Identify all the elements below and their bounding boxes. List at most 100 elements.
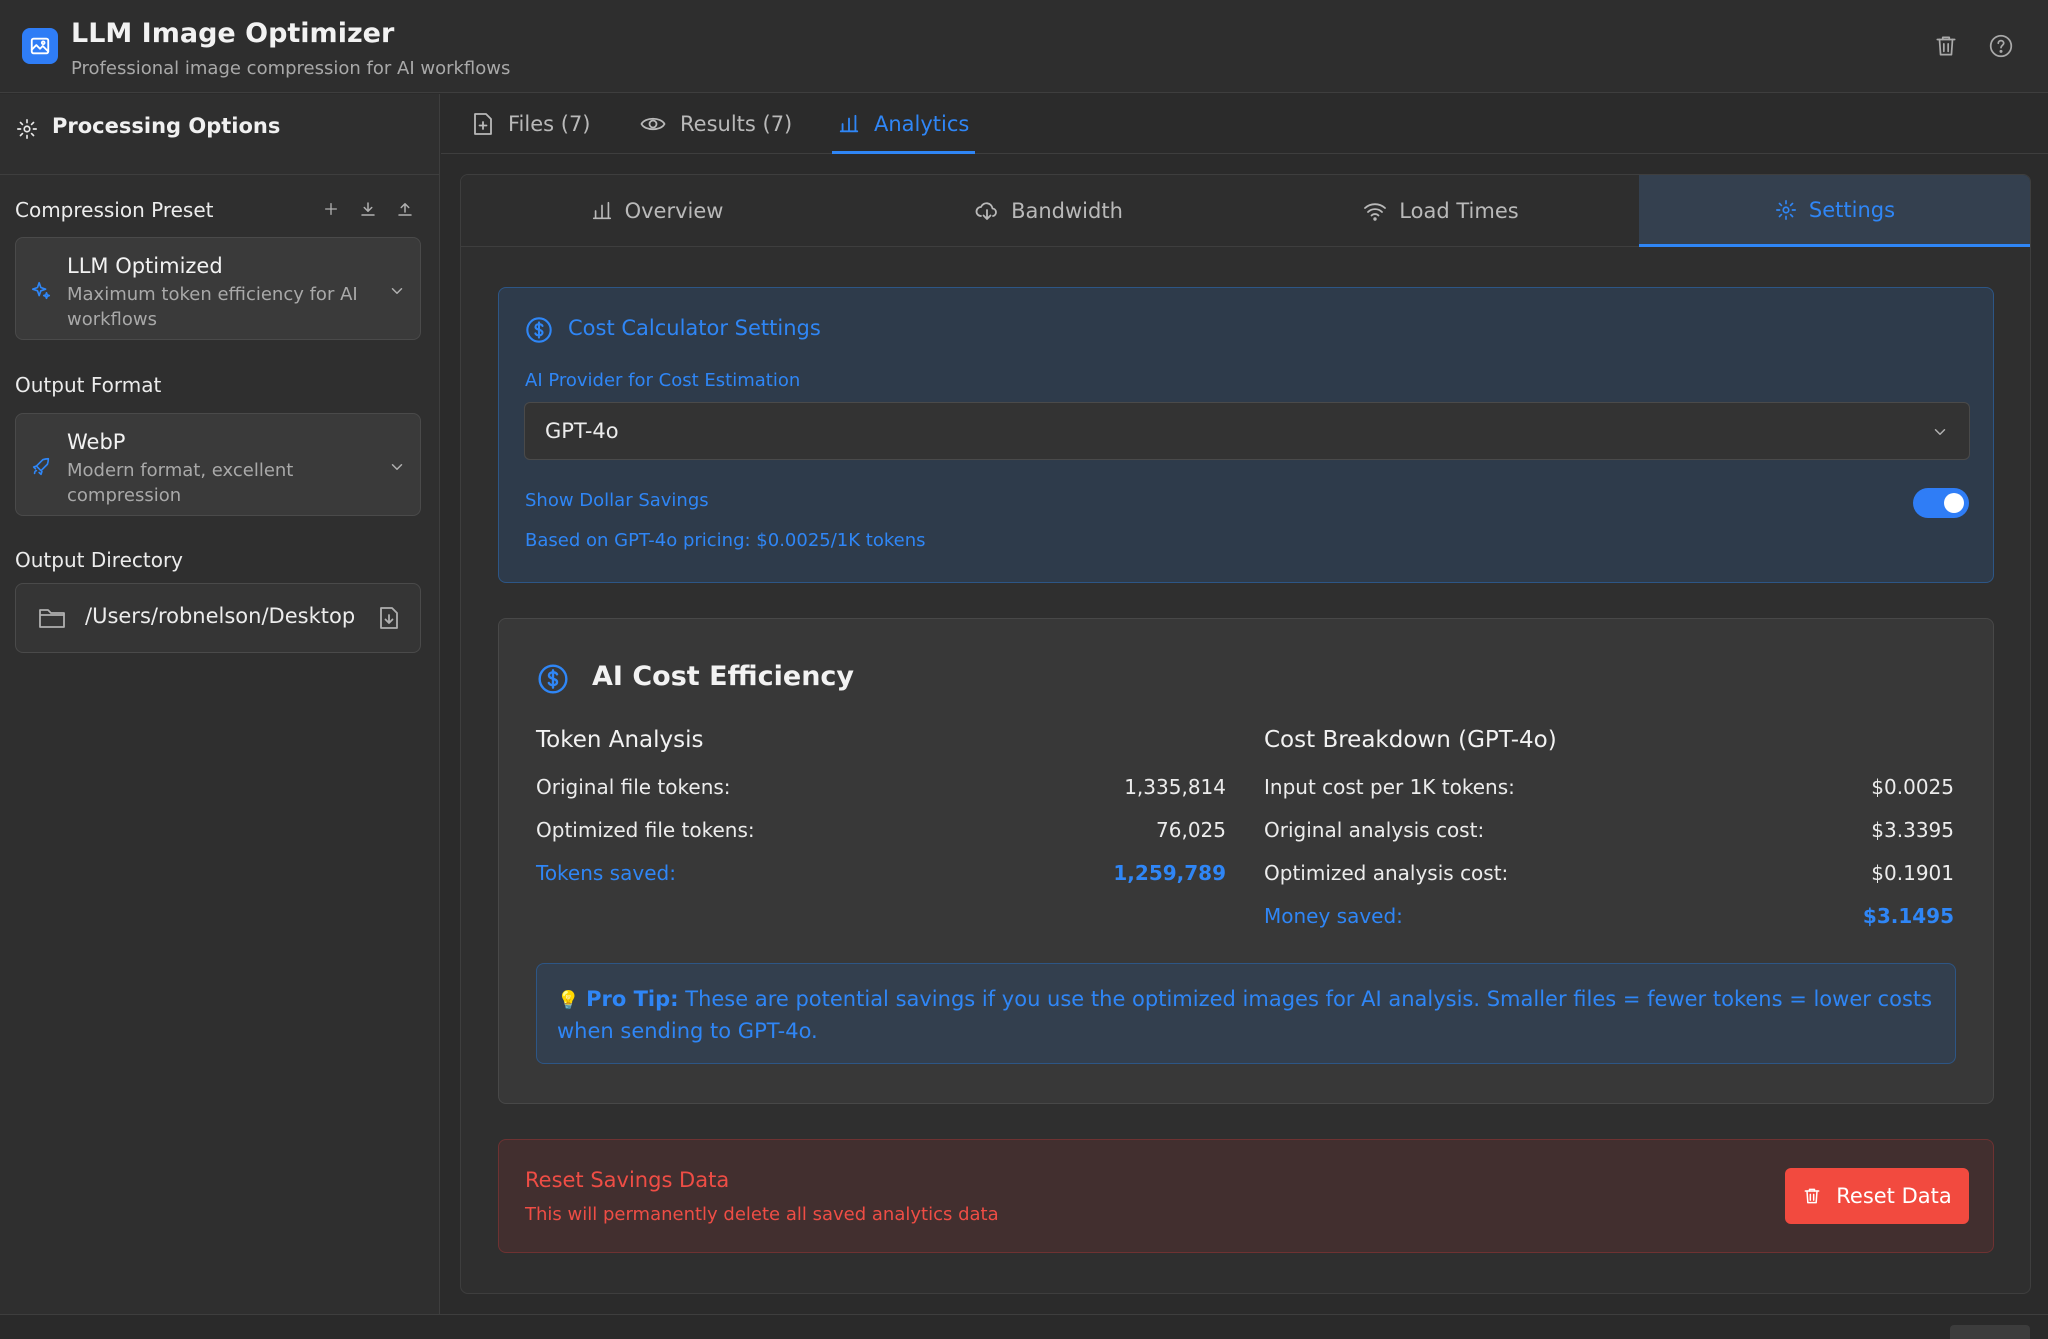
lightbulb-icon: 💡	[557, 990, 580, 1011]
row-label: Original analysis cost:	[1264, 818, 1485, 842]
cost-breakdown: Cost Breakdown (GPT-4o) Input cost per 1…	[1264, 727, 1954, 939]
provider-label: AI Provider for Cost Estimation	[525, 370, 801, 391]
dollar-circle-icon	[526, 317, 552, 343]
provider-select[interactable]: GPT-4o	[524, 402, 1970, 460]
row-label: Tokens saved:	[536, 861, 676, 885]
cost-settings-title: Cost Calculator Settings	[568, 316, 821, 340]
provider-selected-value: GPT-4o	[545, 419, 619, 443]
format-name: WebP	[67, 430, 126, 454]
tab-analytics[interactable]: Analytics	[831, 94, 976, 154]
output-directory-path: /Users/robnelson/Desktop	[85, 604, 356, 628]
row-label: Input cost per 1K tokens:	[1264, 775, 1515, 799]
reset-title: Reset Savings Data	[525, 1168, 730, 1192]
row-value: 76,025	[1156, 818, 1226, 842]
help-icon	[1989, 34, 2013, 58]
gear-icon	[1775, 199, 1796, 220]
status-badge	[1950, 1325, 2030, 1339]
wifi-icon	[1364, 203, 1387, 221]
add-preset-button[interactable]	[320, 198, 342, 220]
tab-files-label: Files (7)	[508, 112, 591, 136]
tab-files[interactable]: Files (7)	[472, 94, 591, 154]
status-bar	[0, 1314, 2048, 1339]
trash-icon	[1804, 1188, 1820, 1204]
trash-button[interactable]	[1930, 30, 1962, 62]
output-directory-label: Output Directory	[15, 548, 184, 572]
show-savings-toggle[interactable]	[1913, 488, 1969, 518]
file-download-icon[interactable]	[378, 606, 400, 630]
row-label: Money saved:	[1264, 904, 1403, 928]
token-analysis: Token Analysis Original file tokens: 1,3…	[536, 727, 1226, 896]
main-content: Files (7) Results (7) Analytics Overview…	[441, 94, 2048, 1314]
pricing-note: Based on GPT-4o pricing: $0.0025/1K toke…	[525, 530, 926, 551]
subtab-overview-label: Overview	[624, 199, 724, 223]
analytics-subtabs: Overview Bandwidth Load Times Settings	[461, 175, 2030, 247]
file-plus-icon	[474, 113, 492, 135]
output-directory-field[interactable]: /Users/robnelson/Desktop	[15, 583, 421, 653]
pro-tip: 💡 Pro Tip: These are potential savings i…	[536, 963, 1956, 1064]
subtab-load-times[interactable]: Load Times	[1245, 175, 1637, 247]
original-cost-row: Original analysis cost: $3.3395	[1264, 810, 1954, 853]
reset-data-label: Reset Data	[1836, 1184, 1952, 1208]
app-header: LLM Image Optimizer Professional image c…	[0, 0, 2048, 93]
subtab-bandwidth-label: Bandwidth	[1011, 199, 1123, 223]
row-value: $3.3395	[1871, 818, 1954, 842]
chevron-down-icon	[1934, 429, 1946, 435]
eye-icon	[640, 117, 666, 131]
row-value: $3.1495	[1862, 904, 1954, 928]
row-label: Optimized analysis cost:	[1264, 861, 1509, 885]
chevron-down-icon	[391, 464, 403, 470]
rocket-icon	[32, 457, 50, 476]
money-saved-row: Money saved: $3.1495	[1264, 896, 1954, 939]
row-label: Optimized file tokens:	[536, 818, 755, 842]
reset-description: This will permanently delete all saved a…	[525, 1204, 999, 1225]
subtab-overview[interactable]: Overview	[461, 175, 853, 247]
analytics-panel: Overview Bandwidth Load Times Settings C…	[460, 174, 2031, 1294]
row-value: $0.1901	[1871, 861, 1954, 885]
main-tabs: Files (7) Results (7) Analytics	[441, 94, 2048, 154]
row-value: $0.0025	[1871, 775, 1954, 799]
image-icon	[22, 28, 58, 64]
output-format-dropdown[interactable]: WebP Modern format, excellent compressio…	[15, 413, 421, 516]
tab-analytics-label: Analytics	[874, 112, 970, 136]
import-preset-button[interactable]	[357, 198, 379, 220]
reset-data-button[interactable]: Reset Data	[1785, 1168, 1969, 1224]
sidebar-header: Processing Options	[0, 94, 439, 175]
sidebar: Processing Options Compression Preset LL…	[0, 94, 440, 1314]
format-description: Modern format, excellent compression	[67, 460, 294, 506]
folder-icon	[39, 609, 65, 628]
efficiency-title: AI Cost Efficiency	[592, 661, 855, 692]
subtab-load-times-label: Load Times	[1399, 199, 1519, 223]
pro-tip-text: These are potential savings if you use t…	[557, 987, 1933, 1043]
token-analysis-title: Token Analysis	[536, 727, 704, 753]
cost-breakdown-title: Cost Breakdown (GPT-4o)	[1264, 727, 1557, 753]
export-preset-button[interactable]	[394, 198, 416, 220]
optimized-tokens-row: Optimized file tokens: 76,025	[536, 810, 1226, 853]
input-cost-row: Input cost per 1K tokens: $0.0025	[1264, 767, 1954, 810]
tokens-saved-row: Tokens saved: 1,259,789	[536, 853, 1226, 896]
optimized-cost-row: Optimized analysis cost: $0.1901	[1264, 853, 1954, 896]
subtab-settings-label: Settings	[1808, 197, 1896, 222]
subtab-settings[interactable]: Settings	[1639, 175, 2030, 247]
plus-icon	[325, 203, 337, 215]
app-subtitle: Professional image compression for AI wo…	[71, 58, 511, 79]
gear-icon	[17, 119, 37, 139]
cost-calculator-settings: Cost Calculator Settings AI Provider for…	[498, 287, 1994, 583]
pro-tip-label: Pro Tip:	[586, 987, 679, 1011]
show-savings-label: Show Dollar Savings	[525, 490, 709, 511]
app-title: LLM Image Optimizer	[71, 18, 395, 49]
trash-icon	[1936, 36, 1956, 56]
help-button[interactable]	[1985, 30, 2017, 62]
subtab-bandwidth[interactable]: Bandwidth	[853, 175, 1245, 247]
upload-icon	[398, 203, 412, 216]
output-format-label: Output Format	[15, 373, 162, 397]
tab-results-label: Results (7)	[680, 112, 793, 136]
compression-preset-label: Compression Preset	[15, 198, 214, 222]
bar-chart-icon	[839, 114, 859, 133]
download-icon	[361, 202, 375, 216]
ai-cost-efficiency-card: AI Cost Efficiency Token Analysis Origin…	[498, 618, 1994, 1104]
sparkles-icon	[31, 281, 51, 300]
compression-preset-dropdown[interactable]: LLM Optimized Maximum token efficiency f…	[15, 237, 421, 340]
row-value: 1,335,814	[1124, 775, 1226, 799]
tab-results[interactable]: Results (7)	[640, 94, 792, 154]
bar-chart-icon	[592, 201, 611, 220]
